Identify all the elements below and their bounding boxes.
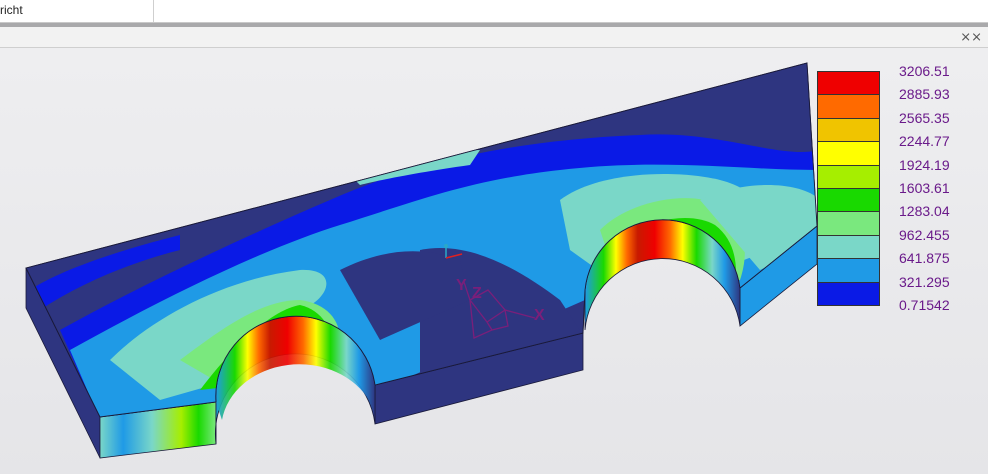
legend-value: 1603.61 <box>899 180 950 196</box>
legend-value: 2565.35 <box>899 109 950 126</box>
legend-swatch <box>817 71 880 96</box>
legend-value: 3206.51 <box>899 63 950 79</box>
legend-value: 962.455 <box>899 226 950 243</box>
triad-y-label: Y <box>456 277 467 294</box>
legend-swatch <box>817 188 880 213</box>
legend-swatch <box>817 234 880 260</box>
legend-value: 0.71542 <box>899 297 950 313</box>
legend-value: 1283.04 <box>899 203 950 220</box>
legend-value: 2885.93 <box>899 86 950 103</box>
legend-swatch <box>817 211 880 236</box>
triad-x-label: X <box>534 307 545 324</box>
legend-swatch <box>817 258 880 283</box>
legend-value: 1924.19 <box>899 156 950 173</box>
legend-swatch <box>817 164 880 189</box>
legend-swatch <box>817 141 880 166</box>
legend-swatch <box>817 117 880 143</box>
legend-value: 321.295 <box>899 273 950 290</box>
legend-swatch <box>817 94 880 119</box>
triad-z-label: Z <box>472 285 482 302</box>
legend-swatch <box>817 281 880 306</box>
legend-value: 2244.77 <box>899 133 950 150</box>
legend-value: 641.875 <box>899 250 950 267</box>
